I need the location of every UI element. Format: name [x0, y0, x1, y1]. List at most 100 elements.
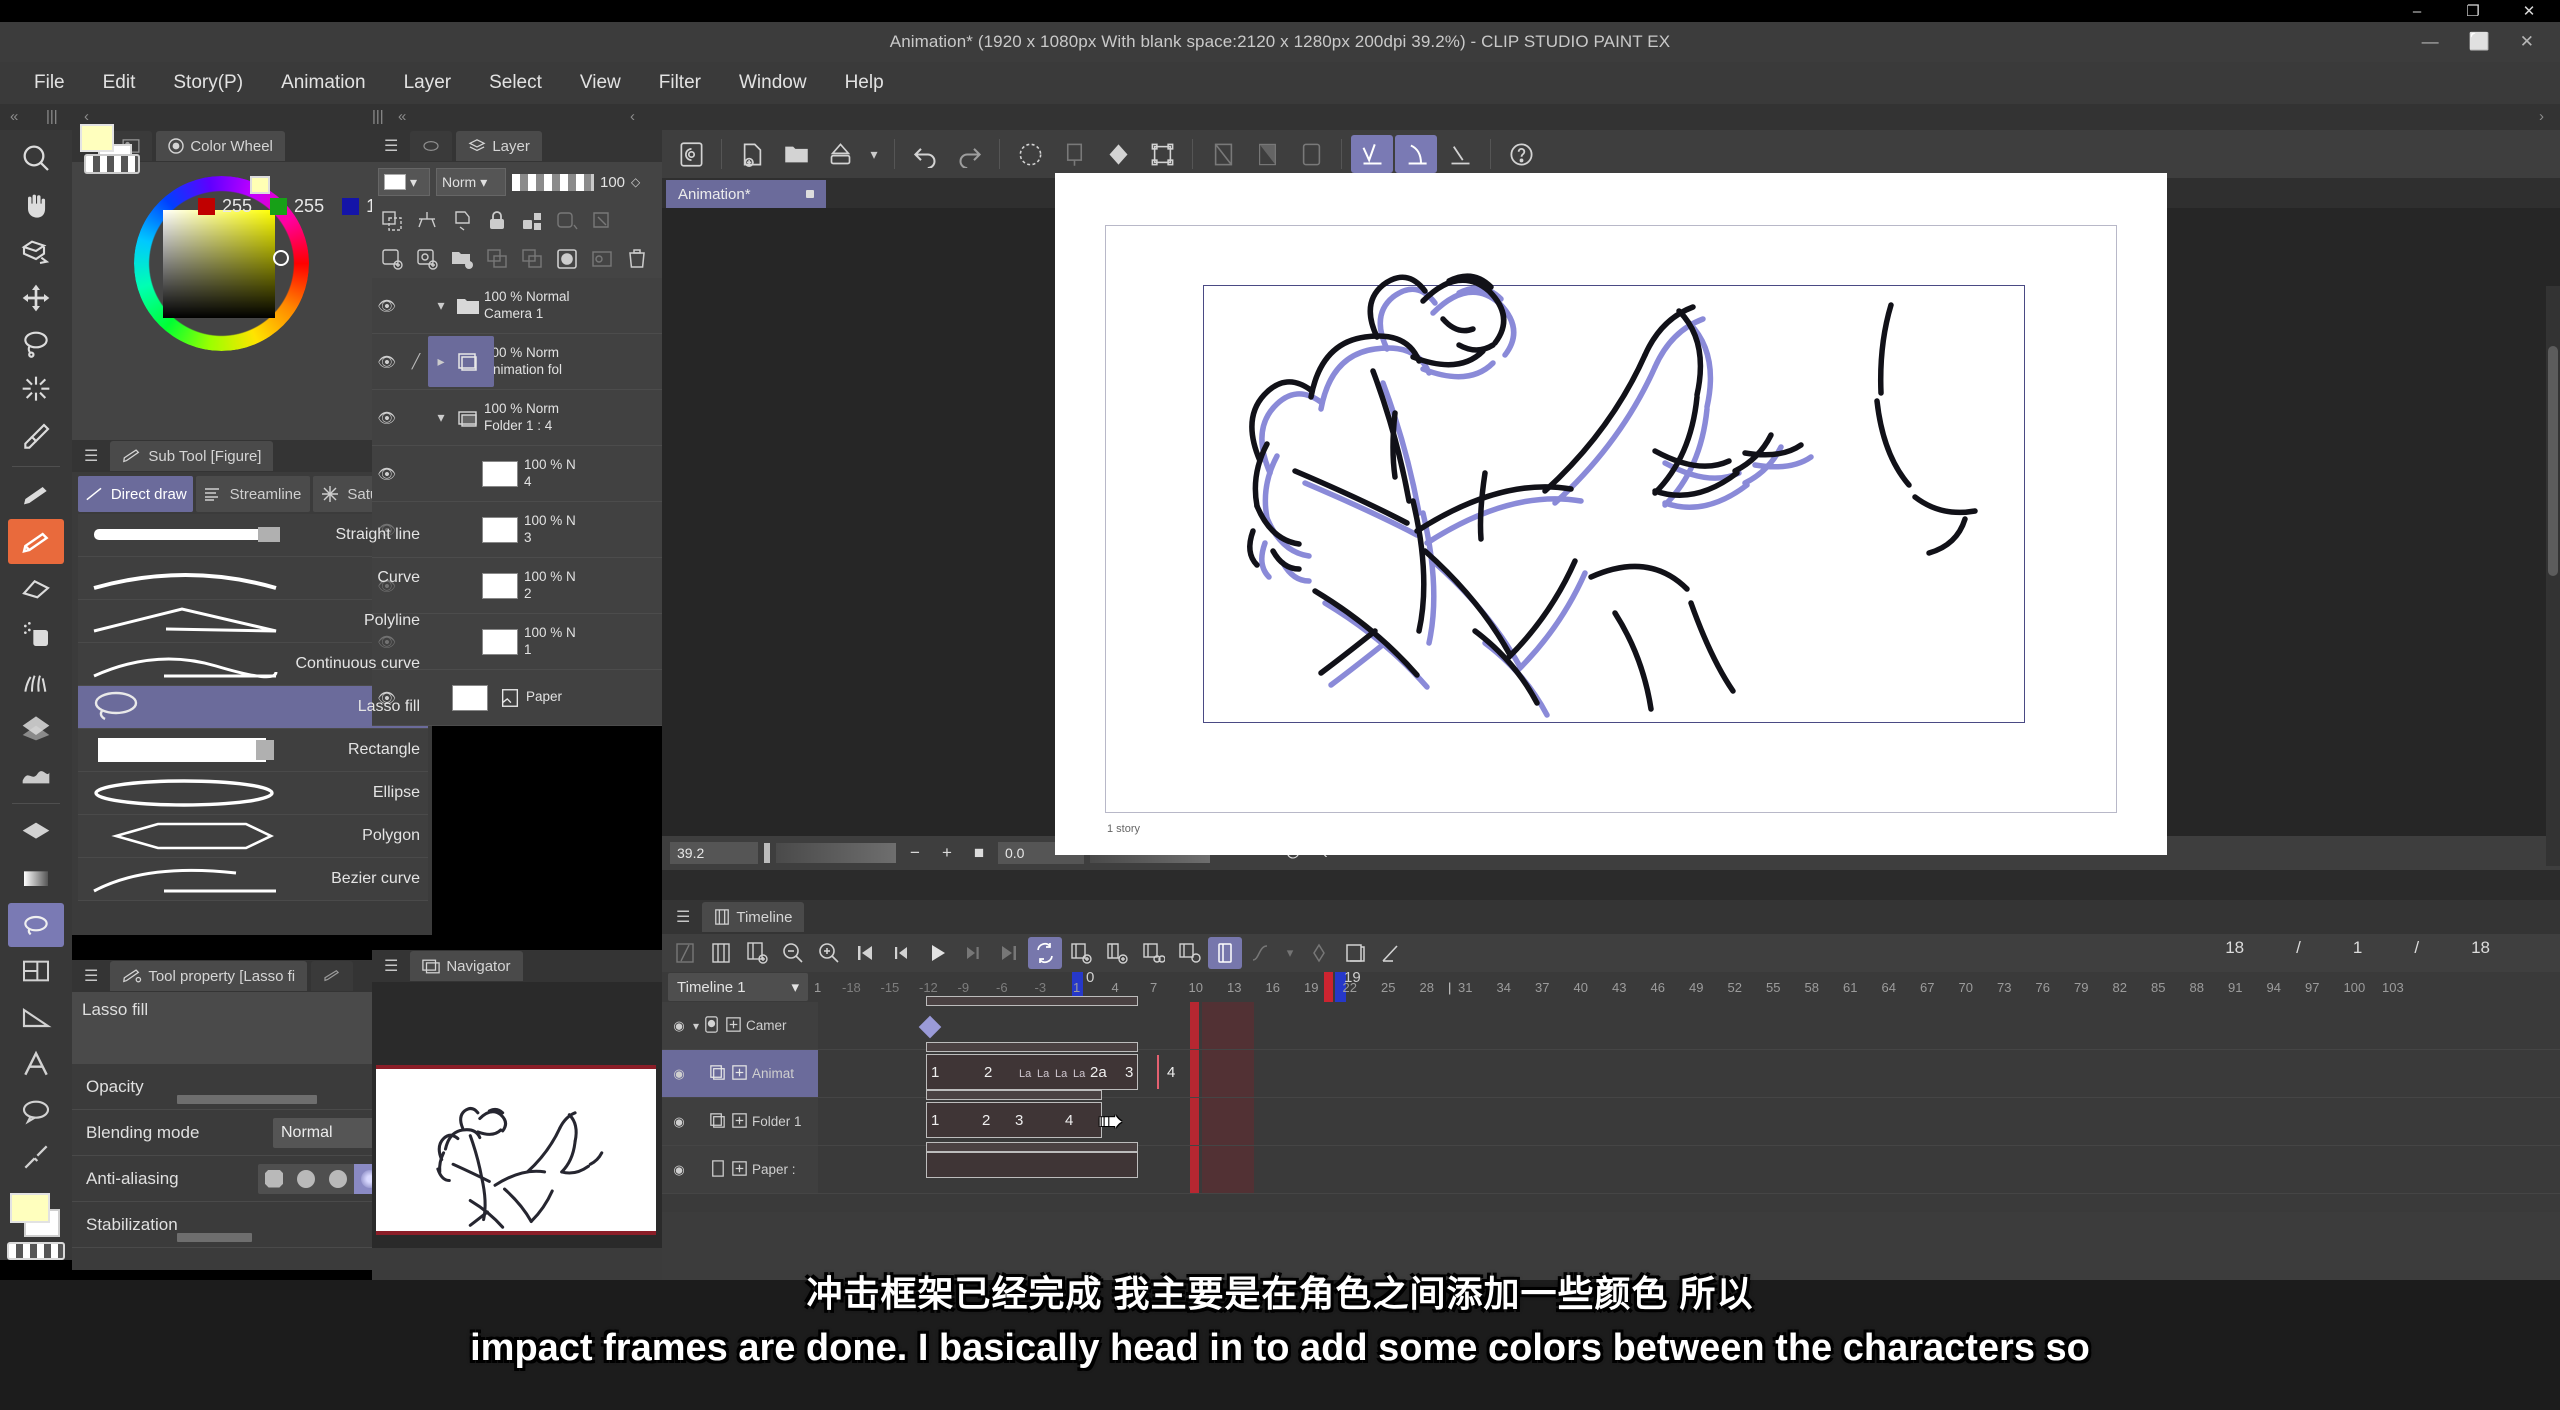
undo-icon[interactable]: [904, 135, 946, 173]
canvas-vertical-scrollbar[interactable]: [2546, 286, 2560, 866]
ruler-snap-icon[interactable]: [1202, 135, 1244, 173]
decoration-icon[interactable]: [8, 659, 64, 703]
collapse-left-icon[interactable]: «: [10, 108, 18, 125]
app-close-button[interactable]: ✕: [2520, 32, 2534, 52]
blend-icon[interactable]: [8, 751, 64, 795]
os-maximize-button[interactable]: ❐: [2462, 4, 2484, 19]
folder-track-bar[interactable]: [926, 1090, 1102, 1100]
timeline-track-paper[interactable]: ◉ Paper :: [662, 1142, 2560, 1194]
cel-la-1[interactable]: La: [1019, 1068, 1031, 1080]
os-minimize-button[interactable]: –: [2406, 4, 2428, 19]
zoom-slider[interactable]: [776, 843, 896, 863]
enable-keyframes-icon[interactable]: [1208, 937, 1242, 969]
snap-grid-icon[interactable]: [1246, 135, 1288, 173]
new-raster-layer-icon[interactable]: [376, 243, 408, 275]
navigator-menu-icon[interactable]: ☰: [376, 956, 406, 976]
new-folder-icon[interactable]: [446, 243, 478, 275]
clip-studio-icon[interactable]: [670, 135, 712, 173]
chevron-down-icon[interactable]: ▾: [430, 409, 452, 426]
app-minimize-button[interactable]: —: [2422, 32, 2439, 52]
menu-filter[interactable]: Filter: [643, 68, 717, 98]
eraser-icon[interactable]: [8, 566, 64, 610]
edit-track-icon[interactable]: [1374, 937, 1408, 969]
chevron-left-icon-2[interactable]: ‹: [630, 108, 635, 125]
track-lane-paper[interactable]: [818, 1142, 2560, 1193]
clear-selection-icon[interactable]: [1009, 135, 1051, 173]
hand-icon[interactable]: [8, 182, 64, 226]
timeline-track-folder[interactable]: ◉ Folder 1 1 2 3 4 ➠: [662, 1090, 2560, 1146]
open-file-icon[interactable]: [775, 135, 817, 173]
layer-mask-enable-icon[interactable]: [586, 205, 618, 237]
menu-window[interactable]: Window: [723, 68, 823, 98]
swatch-transparent[interactable]: [84, 154, 140, 174]
airbrush-icon[interactable]: [8, 612, 64, 656]
chevron-right-icon[interactable]: ▸: [430, 353, 452, 370]
animation-cel-clip[interactable]: 1 2 La La La La 2a 3 4: [926, 1054, 1175, 1090]
color-swatch-pair[interactable]: [76, 122, 150, 194]
tab-navigator[interactable]: Navigator: [410, 951, 523, 981]
lock-layer-icon[interactable]: [481, 205, 513, 237]
loop-playback-icon[interactable]: [1028, 937, 1062, 969]
os-close-button[interactable]: ✕: [2518, 4, 2540, 19]
menu-file[interactable]: File: [18, 68, 81, 98]
tab-sub-tool-figure[interactable]: Sub Tool [Figure]: [110, 441, 274, 471]
collapse-layer-icon[interactable]: «: [398, 108, 406, 125]
transparent-color-swatch[interactable]: [7, 1241, 65, 1260]
hue-marker[interactable]: [250, 176, 270, 194]
transfer-down-icon[interactable]: [481, 243, 513, 275]
track-header-paper[interactable]: ◉ Paper :: [662, 1146, 818, 1193]
cel-2[interactable]: 2: [982, 1112, 990, 1129]
stabilization-slider[interactable]: [177, 1233, 252, 1242]
blend-mode-select[interactable]: Norm ▾: [436, 168, 506, 196]
layer-panel-menu-icon[interactable]: ☰: [376, 136, 406, 156]
zoom-reset-button[interactable]: ■: [966, 843, 992, 863]
expand-track-icon[interactable]: [730, 1111, 749, 1133]
duplicate-cel-icon[interactable]: [1136, 937, 1170, 969]
track-visibility-icon[interactable]: ◉: [668, 1114, 690, 1130]
tool-property-menu-icon[interactable]: ☰: [76, 966, 106, 986]
tab-color-wheel[interactable]: Color Wheel: [156, 131, 285, 161]
delete-cel-icon[interactable]: [1172, 937, 1206, 969]
rotate-icon[interactable]: [8, 229, 64, 273]
next-frame-icon[interactable]: [956, 937, 990, 969]
track-visibility-icon[interactable]: ◉: [668, 1162, 690, 1178]
aa-none-option[interactable]: [258, 1164, 290, 1194]
new-animation-cel-icon[interactable]: [1064, 937, 1098, 969]
menu-edit[interactable]: Edit: [87, 68, 152, 98]
canvas-scroll-thumb[interactable]: [2548, 346, 2558, 576]
sub-tool-polygon[interactable]: Polygon: [78, 815, 428, 858]
save-dropdown-icon[interactable]: ▾: [863, 135, 885, 173]
track-header-camera[interactable]: ◉ ▾ Camer: [662, 1002, 818, 1049]
sub-tool-bezier-curve[interactable]: Bezier curve: [78, 858, 428, 901]
zoom-slider-knob[interactable]: [764, 843, 770, 863]
menu-story[interactable]: Story(P): [157, 68, 259, 98]
text-icon[interactable]: [8, 1042, 64, 1086]
menu-select[interactable]: Select: [473, 68, 558, 98]
layer-opacity-slider[interactable]: [512, 173, 594, 191]
zoom-out-button[interactable]: −: [902, 843, 928, 863]
gradient-shape-icon[interactable]: [8, 810, 64, 854]
redo-icon[interactable]: [948, 135, 990, 173]
enable-animation-cels-icon[interactable]: [1395, 135, 1437, 173]
delete-layer-icon[interactable]: [621, 243, 653, 275]
combine-down-icon[interactable]: [516, 243, 548, 275]
transform-icon[interactable]: [1141, 135, 1183, 173]
play-icon[interactable]: [920, 937, 954, 969]
menu-view[interactable]: View: [564, 68, 637, 98]
foreground-color-swatch[interactable]: [10, 1193, 50, 1224]
camera-keyframe[interactable]: [918, 1015, 942, 1039]
gradient-icon[interactable]: [8, 856, 64, 900]
expand-track-icon[interactable]: [730, 1159, 749, 1181]
grip-icon-1[interactable]: |||: [46, 108, 58, 125]
zoom-in-button[interactable]: +: [934, 843, 960, 863]
help-icon[interactable]: [1500, 135, 1542, 173]
visibility-icon[interactable]: 👁: [372, 409, 402, 427]
onion-skin-timeline-icon[interactable]: [1338, 937, 1372, 969]
fill-selection-icon[interactable]: [1053, 135, 1095, 173]
chevron-down-icon[interactable]: ▾: [430, 297, 452, 314]
pen-icon[interactable]: [8, 473, 64, 517]
canvas-paper[interactable]: 1 story: [1055, 173, 2167, 855]
magic-wand-icon[interactable]: [8, 368, 64, 412]
cel-2[interactable]: 2: [984, 1064, 992, 1081]
balloon-icon[interactable]: [8, 1088, 64, 1132]
